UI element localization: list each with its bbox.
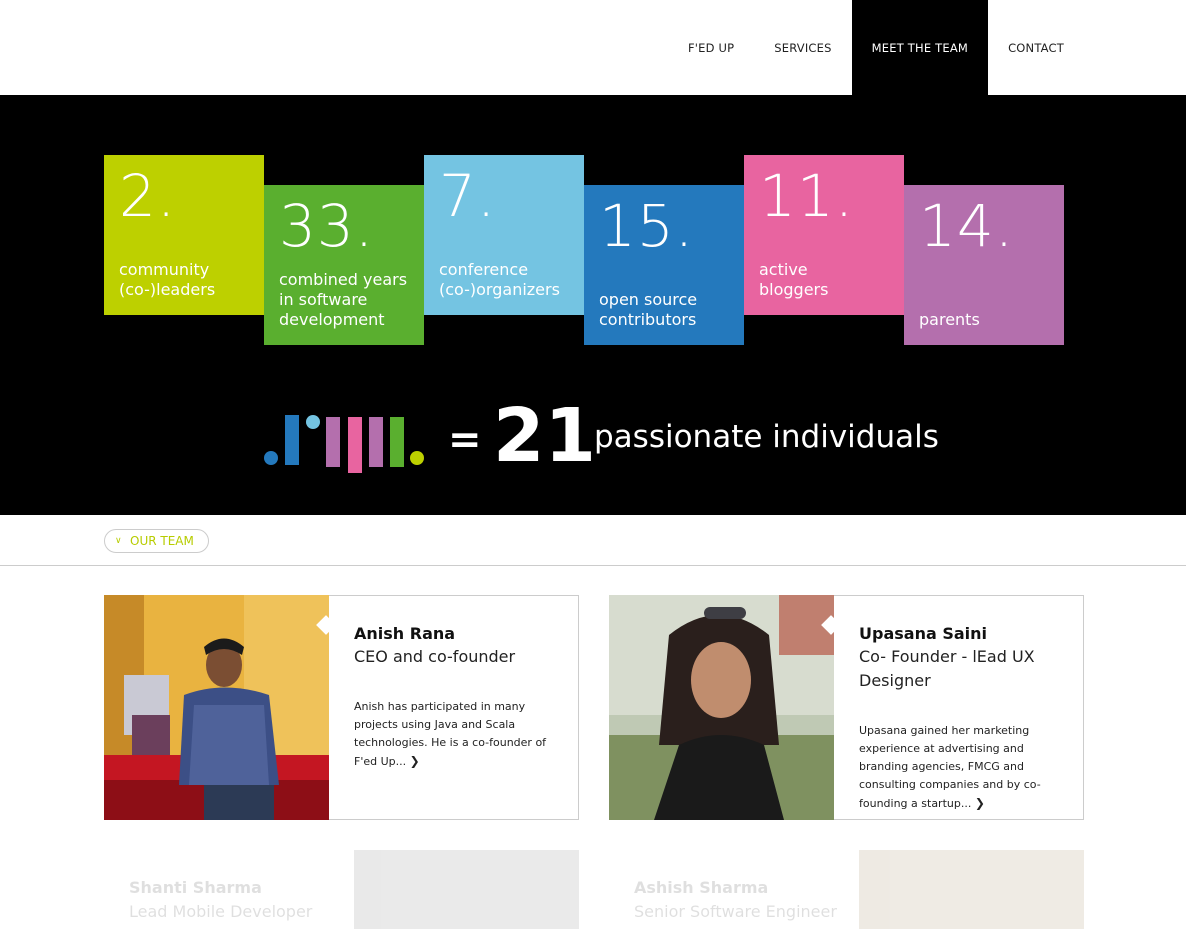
stat-label: combined years in software development bbox=[279, 270, 408, 329]
nav-fedup[interactable]: F'ED UP bbox=[668, 0, 754, 95]
nav-meet-the-team[interactable]: MEET THE TEAM bbox=[851, 0, 989, 95]
stat-tile-open-source: 15. open source contributors bbox=[584, 185, 744, 345]
hero-stats: 2. community (co-)leaders 33. combined y… bbox=[0, 95, 1186, 515]
nav-services[interactable]: SERVICES bbox=[754, 0, 851, 95]
stat-number: 33. bbox=[279, 192, 375, 260]
section-bar: ∨ OUR TEAM bbox=[0, 515, 1186, 566]
stat-number: 15. bbox=[599, 192, 695, 260]
anish-rana-photo bbox=[104, 595, 329, 820]
stat-number: 2. bbox=[119, 162, 177, 230]
colored-bars-icon bbox=[264, 415, 424, 473]
chevron-down-icon: ∨ bbox=[115, 536, 122, 546]
our-team-label: OUR TEAM bbox=[130, 534, 194, 548]
member-role: Lead Mobile Developer bbox=[129, 902, 313, 921]
member-role: Co- Founder - lEad UX Designer bbox=[859, 647, 1035, 690]
ashish-sharma-photo bbox=[859, 850, 1084, 929]
stat-label: community (co-)leaders bbox=[119, 260, 216, 299]
read-more-arrow-icon[interactable]: ❯ bbox=[975, 796, 985, 810]
header: F'ED UP SERVICES MEET THE TEAM CONTACT bbox=[0, 0, 1186, 95]
member-role: Senior Software Engineer bbox=[634, 902, 837, 921]
member-name: Upasana Saini bbox=[859, 624, 987, 643]
team-summary: = 21 passionate individuals bbox=[0, 395, 1186, 485]
member-role: CEO and co-founder bbox=[354, 647, 516, 666]
stat-tile-conference-organizers: 7. conference (co-)organizers bbox=[424, 155, 584, 315]
stat-tile-community-leaders: 2. community (co-)leaders bbox=[104, 155, 264, 315]
nav-contact[interactable]: CONTACT bbox=[988, 0, 1084, 95]
stat-label: open source contributors bbox=[599, 290, 698, 329]
upasana-saini-photo bbox=[609, 595, 834, 820]
member-bio-text: Anish has participated in many projects … bbox=[354, 700, 547, 768]
team-summary-text: passionate individuals bbox=[594, 419, 939, 455]
stat-label: conference (co-)organizers bbox=[439, 260, 560, 299]
our-team-toggle[interactable]: ∨ OUR TEAM bbox=[104, 529, 209, 553]
member-name: Anish Rana bbox=[354, 624, 456, 643]
stat-number: 14. bbox=[919, 192, 1015, 260]
stat-label: active bloggers bbox=[759, 260, 829, 299]
shanti-sharma-photo bbox=[354, 850, 579, 929]
team-card-anish-rana[interactable]: Anish Rana CEO and co-founder Anish has … bbox=[104, 595, 579, 820]
member-bio-text: Upasana gained her marketing experience … bbox=[859, 724, 1041, 810]
equals-sign: = bbox=[448, 417, 482, 463]
read-more-arrow-icon[interactable]: ❯ bbox=[410, 754, 420, 768]
stat-tile-years-development: 33. combined years in software developme… bbox=[264, 185, 424, 345]
stat-number: 7. bbox=[439, 162, 497, 230]
team-count: 21 bbox=[493, 393, 596, 479]
stat-tile-parents: 14. parents bbox=[904, 185, 1064, 345]
team-card-upasana-saini[interactable]: Upasana Saini Co- Founder - lEad UX Desi… bbox=[609, 595, 1084, 820]
member-name: Ashish Sharma bbox=[634, 878, 769, 897]
main-nav: F'ED UP SERVICES MEET THE TEAM CONTACT bbox=[668, 0, 1084, 95]
member-name: Shanti Sharma bbox=[129, 878, 262, 897]
stat-label: parents bbox=[919, 310, 980, 329]
stat-number: 11. bbox=[759, 162, 855, 230]
team-card-ashish-sharma[interactable]: Ashish Sharma Senior Software Engineer bbox=[609, 850, 1084, 929]
member-bio: Anish has participated in many projects … bbox=[354, 698, 549, 771]
stat-tile-bloggers: 11. active bloggers bbox=[744, 155, 904, 315]
team-card-shanti-sharma[interactable]: Shanti Sharma Lead Mobile Developer bbox=[104, 850, 579, 929]
member-bio: Upasana gained her marketing experience … bbox=[859, 722, 1054, 813]
